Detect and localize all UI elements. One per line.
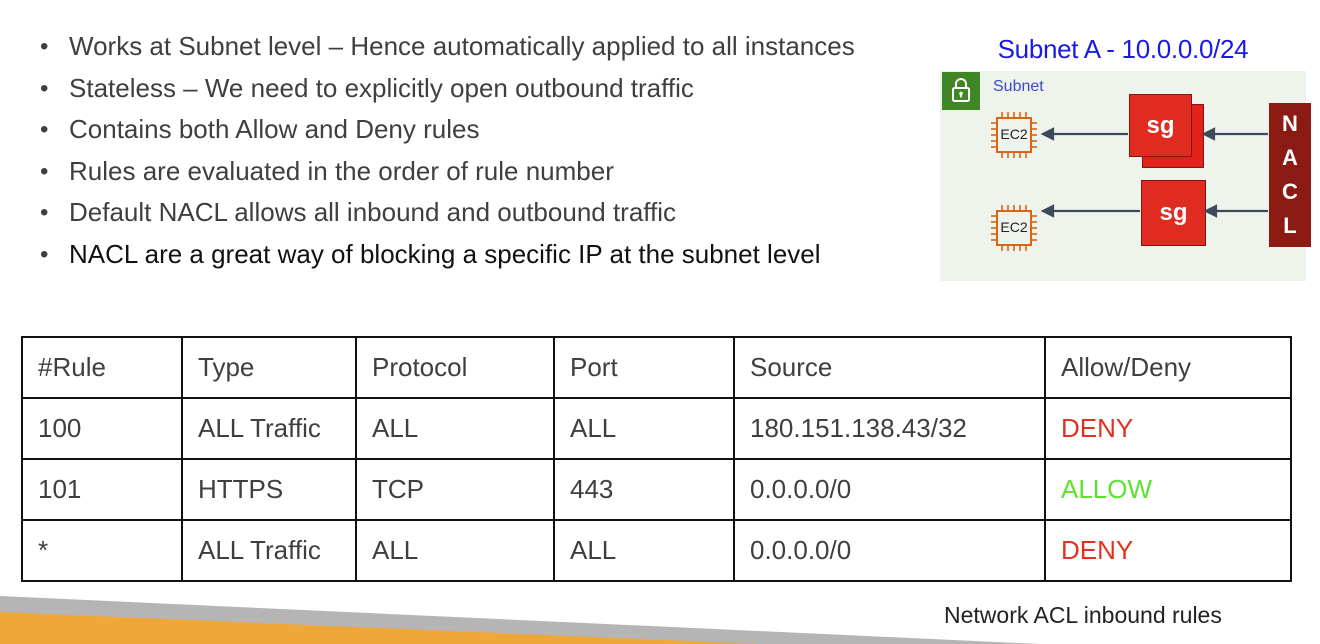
footer-orange-band: [0, 612, 760, 644]
cell-source: 0.0.0.0/0: [733, 458, 1046, 521]
bullet-text: NACL are a great way of blocking a speci…: [69, 238, 821, 269]
bullet-dot: •: [40, 74, 49, 102]
bullet-text: Rules are evaluated in the order of rule…: [69, 155, 614, 186]
bullet-item: • Default NACL allows all inbound and out…: [40, 192, 920, 234]
cell-rule: 101: [21, 458, 183, 521]
cell-protocol: ALL: [355, 519, 555, 582]
bullet-text: Stateless – We need to explicitly open o…: [69, 72, 694, 103]
bullet-item: • Works at Subnet level – Hence automatic…: [40, 26, 920, 68]
header-cell-type: Type: [181, 336, 357, 399]
bullet-text: Default NACL allows all inbound and outb…: [69, 197, 677, 228]
footer-gray-band: [0, 596, 1040, 644]
nacl-rules-table: #Rule Type Protocol Port Source Allow/De…: [21, 336, 1292, 582]
header-cell-port: Port: [553, 336, 735, 399]
bullet-item: • NACL are a great way of blocking a spec…: [40, 234, 920, 276]
cell-port: ALL: [553, 397, 735, 460]
bullet-dot: •: [40, 33, 49, 60]
bullet-dot: •: [40, 240, 49, 268]
cell-type: ALL Traffic: [181, 519, 357, 582]
arrow-head: [1040, 204, 1055, 218]
cell-rule: 100: [21, 397, 183, 460]
cell-port: 443: [553, 458, 735, 521]
bullet-list: • Works at Subnet level – Hence automatic…: [40, 26, 920, 276]
arrow-head: [1203, 204, 1218, 218]
bullet-text: Contains both Allow and Deny rules: [69, 114, 480, 145]
bullet-dot: •: [40, 157, 49, 185]
header-cell-protocol: Protocol: [355, 336, 555, 399]
table-row: 101 HTTPS TCP 443 0.0.0.0/0 ALLOW: [21, 458, 1292, 521]
traffic-arrows: [1040, 127, 1268, 218]
cell-action: ALLOW: [1044, 458, 1292, 521]
cell-port: ALL: [553, 519, 735, 582]
cell-type: HTTPS: [181, 458, 357, 521]
bullet-dot: •: [40, 199, 49, 227]
cell-action: DENY: [1044, 397, 1292, 460]
cell-source: 180.151.138.43/32: [733, 397, 1046, 460]
cell-action: DENY: [1044, 519, 1292, 582]
table-row: 100 ALL Traffic ALL ALL 180.151.138.43/3…: [21, 397, 1292, 460]
bullet-dot: •: [40, 116, 49, 144]
header-cell-rule: #Rule: [21, 336, 183, 399]
header-cell-source: Source: [733, 336, 1046, 399]
diagram-title: Subnet A - 10.0.0.0/24: [997, 34, 1249, 64]
table-header-row: #Rule Type Protocol Port Source Allow/De…: [21, 336, 1292, 399]
cell-protocol: ALL: [355, 397, 555, 460]
bullet-text: Works at Subnet level – Hence automatica…: [69, 31, 855, 61]
arrow-head: [1201, 127, 1216, 141]
bullet-item: • Contains both Allow and Deny rules: [40, 109, 920, 151]
header-cell-allow-deny: Allow/Deny: [1044, 336, 1292, 399]
arrow-head: [1040, 127, 1055, 141]
cell-type: ALL Traffic: [181, 397, 357, 460]
bullet-item: • Stateless – We need to explicitly open …: [40, 68, 920, 110]
table-caption: Network ACL inbound rules: [944, 602, 1222, 628]
cell-rule: *: [21, 519, 183, 582]
cell-source: 0.0.0.0/0: [733, 519, 1046, 582]
table-row: * ALL Traffic ALL ALL 0.0.0.0/0 DENY: [21, 519, 1292, 582]
bullet-item: • Rules are evaluated in the order of rul…: [40, 151, 920, 193]
cell-protocol: TCP: [355, 458, 555, 521]
